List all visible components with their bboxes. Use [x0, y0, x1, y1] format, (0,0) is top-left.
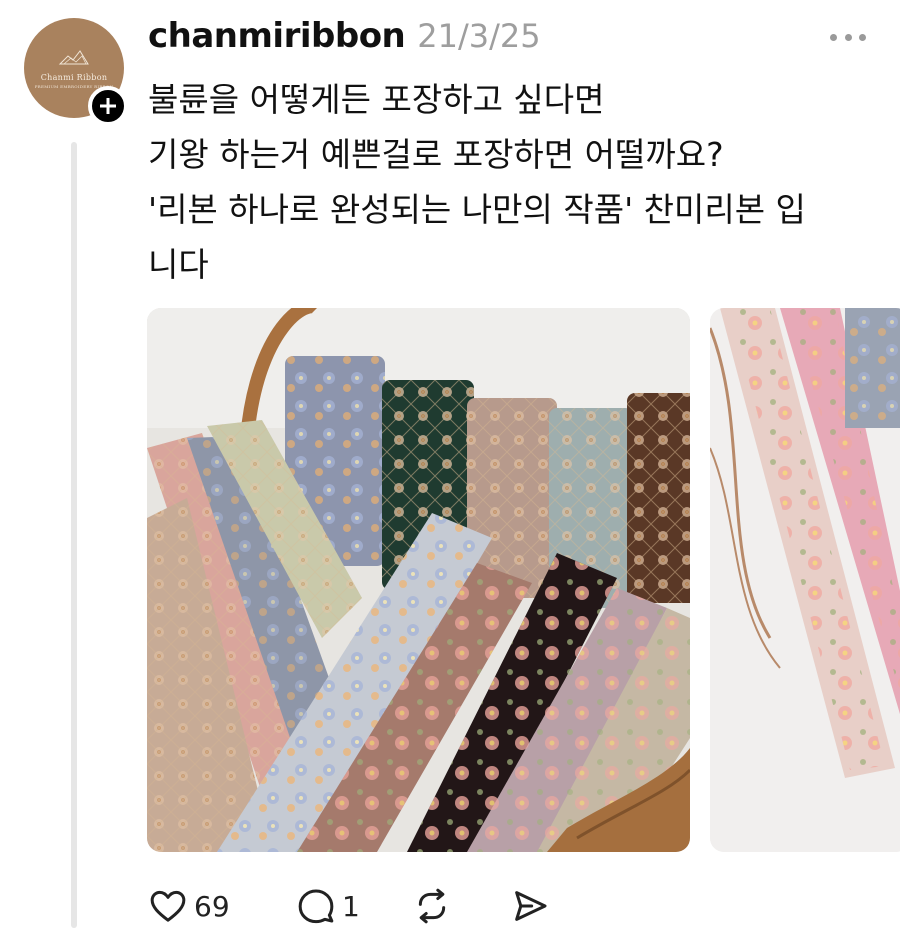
heart-icon — [150, 890, 186, 922]
ribbons-basket-image-icon — [147, 308, 690, 852]
share-button[interactable] — [510, 884, 550, 928]
post-text-line: 불륜을 어떻게든 포장하고 싶다면 — [148, 80, 605, 119]
more-options-icon[interactable] — [830, 30, 866, 44]
post-timestamp: 21/3/25 — [417, 17, 541, 55]
post-text-line: '리본 하나로 완성되는 나만의 작품' 찬미리본 입 — [148, 190, 806, 229]
like-count: 69 — [194, 889, 230, 923]
follow-plus-button[interactable] — [88, 86, 128, 126]
post-image-1[interactable] — [147, 308, 690, 852]
post-text-line: 니다 — [148, 245, 209, 284]
post-header: chanmiribbon 21/3/25 — [148, 16, 541, 60]
reply-count: 1 — [342, 889, 360, 923]
username-link[interactable]: chanmiribbon — [148, 16, 406, 56]
post-body: 불륜을 어떻게든 포장하고 싶다면 기왕 하는거 예쁜걸로 포장하면 어떨까요?… — [148, 72, 878, 292]
send-icon — [515, 891, 547, 921]
repost-icon — [418, 888, 446, 924]
thread-line — [71, 142, 77, 928]
post-image-2[interactable] — [710, 308, 900, 852]
post-text-line: 기왕 하는거 예쁜걸로 포장하면 어떨까요? — [148, 135, 724, 174]
like-button[interactable]: 69 — [148, 884, 230, 928]
ribbons-pink-image-icon — [710, 308, 900, 852]
reply-button[interactable]: 1 — [296, 884, 360, 928]
avatar-brand-text: Chanmi Ribbon — [40, 73, 108, 82]
repost-button[interactable] — [412, 884, 452, 928]
comment-icon — [298, 889, 334, 924]
